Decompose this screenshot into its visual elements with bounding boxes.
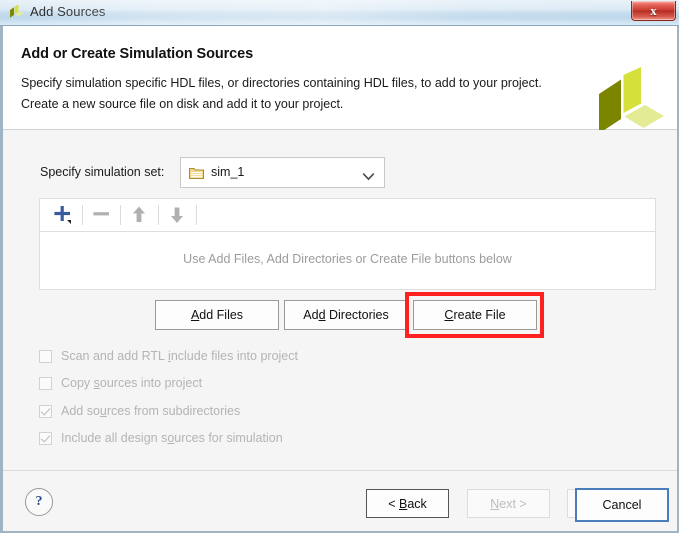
page-description: Specify simulation specific HDL files, o… (21, 73, 581, 115)
arrow-up-icon (133, 206, 145, 222)
checkbox-box[interactable] (39, 404, 52, 418)
page-description-line1: Specify simulation specific HDL files, o… (21, 76, 542, 90)
simulation-set-value: sim_1 (211, 165, 245, 179)
source-list-empty-area[interactable]: Use Add Files, Add Directories or Create… (39, 232, 656, 290)
page-title: Add or Create Simulation Sources (21, 46, 254, 62)
toolbar-separator (82, 205, 83, 225)
move-down-button[interactable] (161, 202, 193, 228)
checkbox-box[interactable] (39, 431, 52, 445)
back-button[interactable]: < Back (366, 489, 449, 518)
checkbox-scan-rtl-include[interactable]: Scan and add RTL include files into proj… (39, 347, 298, 365)
checkbox-label: Add sources from subdirectories (61, 404, 241, 418)
checkbox-add-subdirectories[interactable]: Add sources from subdirectories (39, 402, 240, 420)
cancel-button[interactable]: Cancel (575, 488, 669, 522)
checkbox-label: Include all design sources for simulatio… (61, 431, 283, 445)
source-list-empty-message: Use Add Files, Add Directories or Create… (183, 252, 512, 266)
back-label: < Back (388, 496, 427, 511)
chevron-down-icon (362, 168, 375, 181)
simulation-set-select[interactable]: sim_1 (180, 157, 385, 188)
checkbox-copy-sources[interactable]: Copy sources into project (39, 374, 202, 392)
dialog-header: Add or Create Simulation Sources Specify… (3, 26, 677, 134)
remove-source-button[interactable] (85, 202, 117, 228)
next-button: Next > (467, 489, 550, 518)
create-file-label: Create File (444, 308, 506, 322)
add-directories-button[interactable]: Add Directories (284, 300, 408, 330)
help-button[interactable]: ? (25, 488, 53, 516)
vivado-logo-icon (7, 4, 25, 22)
arrow-down-icon (171, 207, 183, 223)
toolbar-separator (120, 205, 121, 225)
plus-icon (54, 206, 71, 224)
checkbox-box[interactable] (39, 376, 52, 390)
add-directories-label: Add Directories (303, 308, 389, 322)
toolbar-separator (158, 205, 159, 225)
source-list-toolbar (39, 198, 656, 232)
folder-icon (189, 166, 204, 180)
add-files-button[interactable]: Add Files (155, 300, 279, 330)
move-up-button[interactable] (123, 202, 155, 228)
window-titlebar[interactable]: Add Sources x (0, 0, 679, 26)
source-list-panel: Use Add Files, Add Directories or Create… (39, 198, 656, 290)
cancel-label: Cancel (602, 498, 642, 512)
checkbox-label: Copy sources into project (61, 376, 203, 390)
close-button[interactable]: x (631, 1, 676, 21)
add-files-label: Add Files (190, 308, 244, 322)
next-label: Next > (490, 496, 527, 511)
close-icon: x (650, 2, 657, 18)
minus-icon (93, 212, 109, 216)
add-sources-dialog: Add Sources x Add or Create Simulation S… (0, 0, 679, 533)
simulation-set-label: Specify simulation set: (40, 165, 165, 179)
checkbox-box[interactable] (39, 349, 52, 363)
toolbar-separator (196, 205, 197, 225)
page-description-line2: Create a new source file on disk and add… (21, 97, 344, 111)
window-title: Add Sources (30, 4, 106, 19)
checkbox-label: Scan and add RTL include files into proj… (61, 349, 298, 363)
add-source-button[interactable] (46, 202, 78, 228)
checkbox-include-all-design-sources[interactable]: Include all design sources for simulatio… (39, 429, 283, 447)
create-file-button[interactable]: Create File (413, 300, 537, 330)
